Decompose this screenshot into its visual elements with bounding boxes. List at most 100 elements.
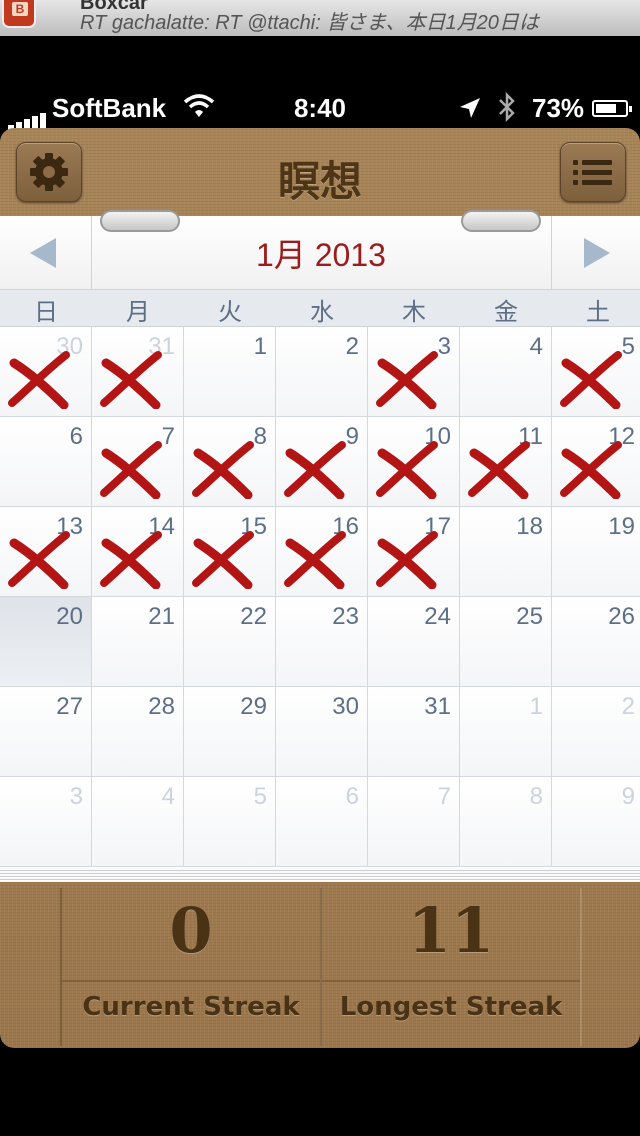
weekday-label: 金 xyxy=(494,298,518,326)
calendar-day[interactable]: 9 xyxy=(552,777,640,867)
notification-message: RT gachalatte: RT @ttachi: 皆さま、本日1月20日は xyxy=(80,12,539,34)
calendar-day[interactable]: 23 xyxy=(276,597,368,687)
calendar-day[interactable]: 7 xyxy=(92,417,184,507)
notification-banner[interactable]: B Boxcar RT gachalatte: RT @ttachi: 皆さま、… xyxy=(0,0,640,36)
x-mark-icon xyxy=(192,531,254,589)
calendar: 1月 2013 日月火水木金土 30 31 1 2 3 4 5 6 7 8 9 10 11 12 13 14 1… xyxy=(0,210,640,868)
x-mark-icon xyxy=(100,441,162,499)
day-number: 9 xyxy=(621,783,635,810)
calendar-day[interactable]: 17 xyxy=(368,507,460,597)
menu-button[interactable] xyxy=(560,142,626,202)
day-number: 27 xyxy=(56,693,83,720)
x-mark-icon xyxy=(100,531,162,589)
day-number: 6 xyxy=(345,783,359,810)
calendar-day[interactable]: 4 xyxy=(92,777,184,867)
battery-percent: 73% xyxy=(532,93,585,123)
calendar-day[interactable]: 30 xyxy=(276,687,368,777)
day-number: 24 xyxy=(424,603,451,630)
calendar-day[interactable]: 1 xyxy=(460,687,552,777)
calendar-day[interactable]: 26 xyxy=(552,597,640,687)
calendar-day[interactable]: 2 xyxy=(552,687,640,777)
calendar-day[interactable]: 1 xyxy=(184,327,276,417)
streak-stats: 0 Current Streak 11 Longest Streak xyxy=(0,884,640,1048)
status-bar: SoftBank 8:40 73% xyxy=(0,86,640,131)
weekday-label: 木 xyxy=(402,298,426,326)
weekday-header: 日月火水木金土 xyxy=(0,289,640,327)
calendar-day[interactable]: 31 xyxy=(92,327,184,417)
calendar-day[interactable]: 19 xyxy=(552,507,640,597)
boxcar-app-icon: B xyxy=(2,0,36,28)
calendar-page-edges xyxy=(0,868,640,882)
app-frame: 瞑想 1月 2013 日月火水木金土 30 31 1 2 3 4 5 6 7 8 9 10 11 12 xyxy=(0,128,640,1048)
calendar-day[interactable]: 25 xyxy=(460,597,552,687)
calendar-day-today[interactable]: 20 xyxy=(0,597,92,687)
calendar-day[interactable]: 5 xyxy=(552,327,640,417)
calendar-day[interactable]: 15 xyxy=(184,507,276,597)
calendar-day[interactable]: 13 xyxy=(0,507,92,597)
calendar-day[interactable]: 2 xyxy=(276,327,368,417)
day-number: 2 xyxy=(621,693,635,720)
calendar-day[interactable]: 7 xyxy=(368,777,460,867)
x-mark-icon xyxy=(8,351,70,409)
day-number: 6 xyxy=(69,423,83,450)
calendar-day[interactable]: 8 xyxy=(460,777,552,867)
longest-streak-label: Longest Streak xyxy=(339,992,563,1022)
calendar-day[interactable]: 14 xyxy=(92,507,184,597)
x-mark-icon xyxy=(560,351,622,409)
calendar-day[interactable]: 10 xyxy=(368,417,460,507)
calendar-day[interactable]: 3 xyxy=(0,777,92,867)
day-number: 29 xyxy=(240,693,267,720)
calendar-day[interactable]: 28 xyxy=(92,687,184,777)
calendar-day[interactable]: 5 xyxy=(184,777,276,867)
month-header: 1月 2013 xyxy=(0,210,640,289)
day-number: 30 xyxy=(332,693,359,720)
longest-streak-value: 11 xyxy=(407,894,495,967)
calendar-day[interactable]: 3 xyxy=(368,327,460,417)
x-mark-icon xyxy=(468,441,530,499)
day-number: 21 xyxy=(148,603,175,630)
day-number: 4 xyxy=(161,783,175,810)
paper-clip-right xyxy=(461,210,541,232)
calendar-day[interactable]: 12 xyxy=(552,417,640,507)
x-mark-icon xyxy=(376,531,438,589)
longest-streak-panel: 11 Longest Streak xyxy=(320,888,582,1046)
calendar-day[interactable]: 22 xyxy=(184,597,276,687)
paper-clip-left xyxy=(100,210,180,232)
day-number: 26 xyxy=(608,603,635,630)
calendar-day[interactable]: 30 xyxy=(0,327,92,417)
weekday-label: 水 xyxy=(310,298,334,326)
x-mark-icon xyxy=(376,441,438,499)
calendar-day[interactable]: 8 xyxy=(184,417,276,507)
calendar-day[interactable]: 6 xyxy=(276,777,368,867)
calendar-day[interactable]: 9 xyxy=(276,417,368,507)
current-streak-value: 0 xyxy=(169,894,213,967)
x-mark-icon xyxy=(192,441,254,499)
calendar-day[interactable]: 27 xyxy=(0,687,92,777)
day-number: 7 xyxy=(437,783,451,810)
day-number: 31 xyxy=(424,693,451,720)
day-number: 1 xyxy=(253,333,267,360)
calendar-day[interactable]: 6 xyxy=(0,417,92,507)
app-title: 瞑想 xyxy=(277,157,362,206)
x-mark-icon xyxy=(100,351,162,409)
day-number: 8 xyxy=(529,783,543,810)
calendar-day[interactable]: 29 xyxy=(184,687,276,777)
day-number: 23 xyxy=(332,603,359,630)
month-title: 1月 2013 xyxy=(256,237,386,273)
weekday-label: 日 xyxy=(34,298,58,326)
calendar-day[interactable]: 11 xyxy=(460,417,552,507)
chevron-right-icon xyxy=(584,238,610,268)
day-number: 18 xyxy=(516,513,543,540)
calendar-day[interactable]: 18 xyxy=(460,507,552,597)
calendar-day[interactable]: 4 xyxy=(460,327,552,417)
day-number: 2 xyxy=(345,333,359,360)
calendar-day[interactable]: 21 xyxy=(92,597,184,687)
next-month-button[interactable] xyxy=(582,236,612,275)
calendar-day[interactable]: 24 xyxy=(368,597,460,687)
prev-month-button[interactable] xyxy=(28,236,58,275)
calendar-day[interactable]: 16 xyxy=(276,507,368,597)
location-arrow-icon xyxy=(458,96,482,127)
x-mark-icon xyxy=(284,531,346,589)
day-number: 25 xyxy=(516,603,543,630)
calendar-day[interactable]: 31 xyxy=(368,687,460,777)
